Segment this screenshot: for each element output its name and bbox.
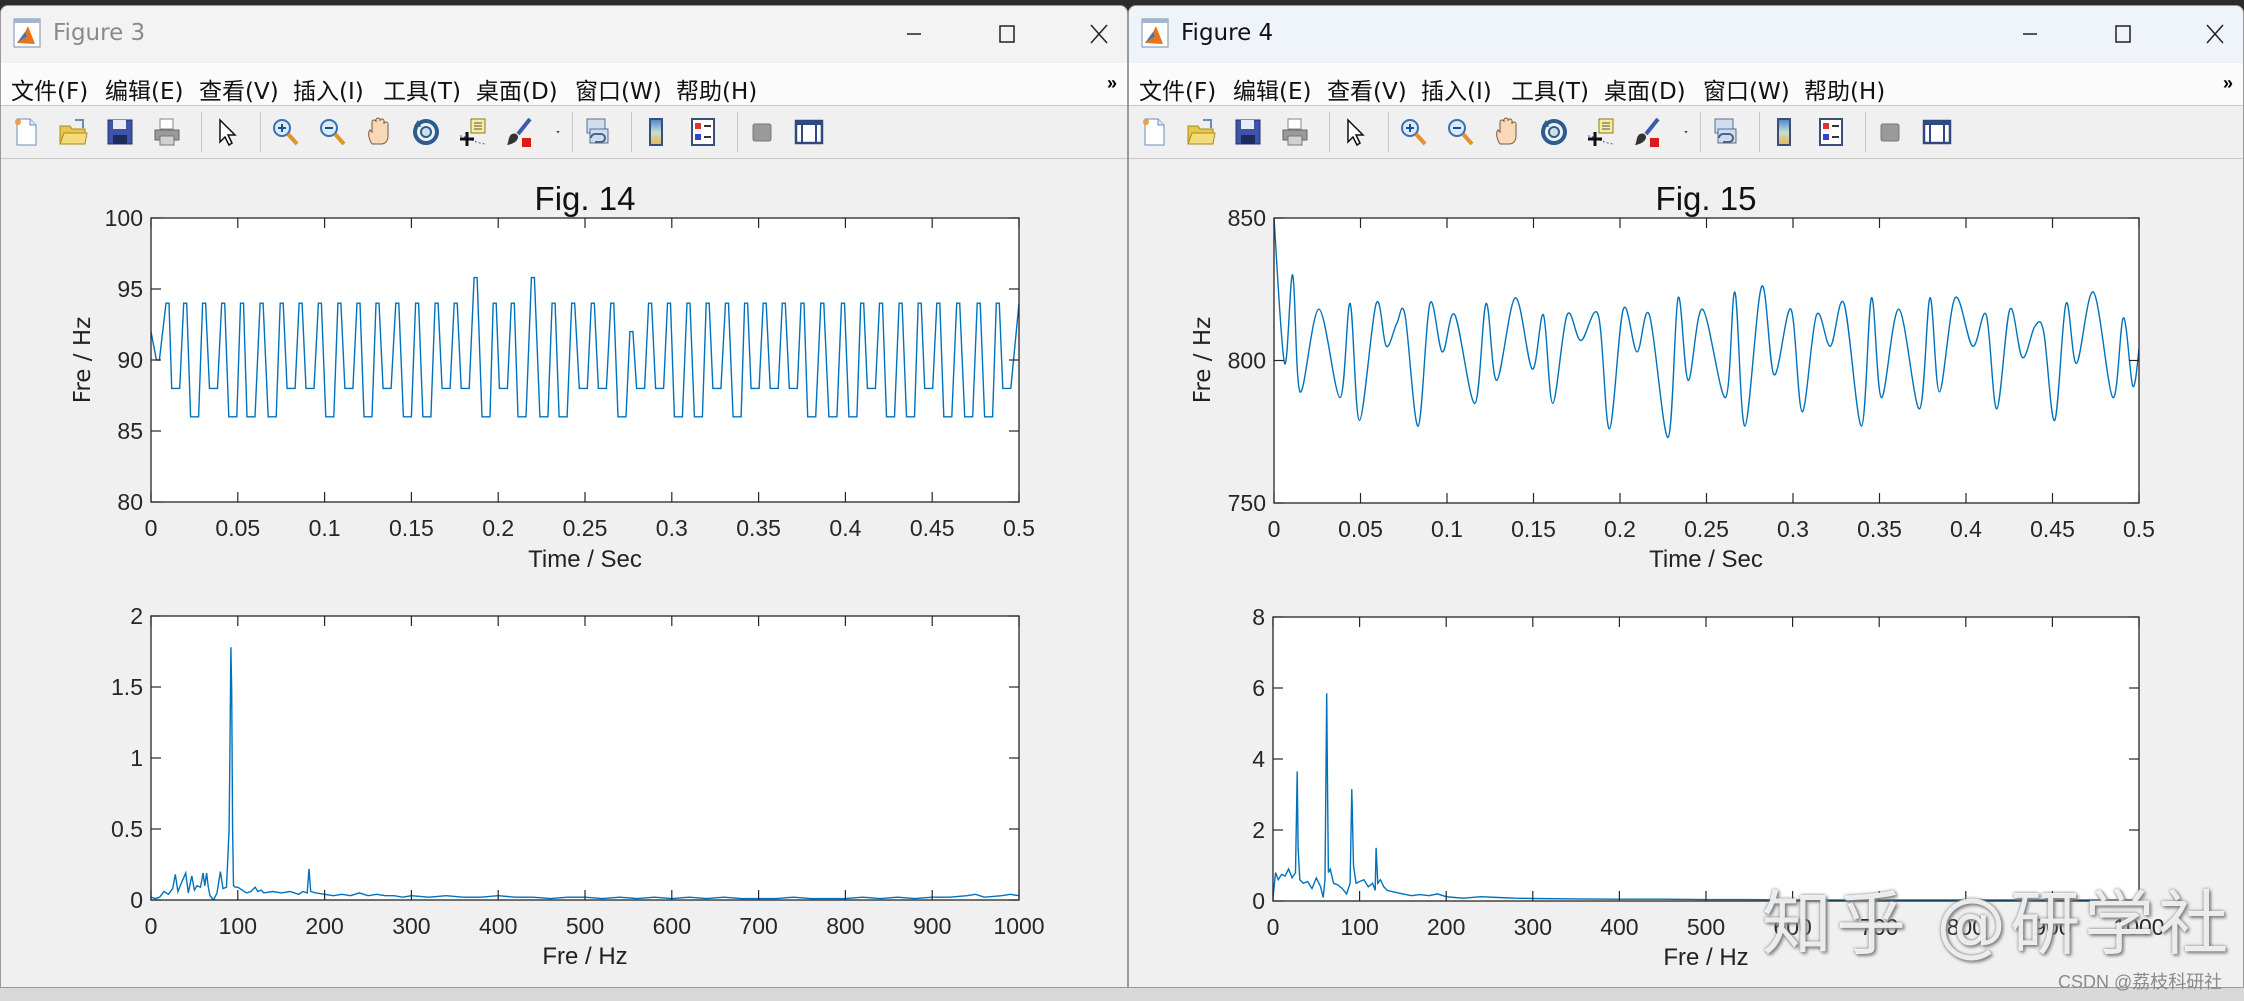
x-tick-label: 0.45 bbox=[910, 515, 955, 541]
x-tick-label: 0.2 bbox=[482, 515, 514, 541]
x-axis-label-fig14-spectrum: Fre / Hz bbox=[542, 943, 628, 970]
y-tick-label: 90 bbox=[117, 347, 143, 373]
plot-area bbox=[151, 218, 1019, 502]
x-tick-label: 0 bbox=[1267, 914, 1280, 940]
y-tick-label: 100 bbox=[105, 205, 143, 231]
x-tick-label: 400 bbox=[479, 913, 517, 939]
x-tick-label: 0.35 bbox=[1857, 516, 1902, 542]
y-tick-label: 95 bbox=[117, 276, 143, 302]
x-tick-label: 0.3 bbox=[1777, 516, 1809, 542]
x-tick-label: 0.25 bbox=[1684, 516, 1729, 542]
x-tick-label: 0.4 bbox=[829, 515, 861, 541]
x-tick-label: 100 bbox=[219, 913, 257, 939]
plots-layer: 0 0.05 0.1 0.15 0.2 0.25 0.3 0.35 0.4 0.45 0.58085… bbox=[105, 205, 2165, 940]
y-tick-label: 4 bbox=[1252, 746, 1265, 772]
y-tick-label: 800 bbox=[1228, 348, 1266, 374]
x-tick-label: 0.05 bbox=[1338, 516, 1383, 542]
y-tick-label: 85 bbox=[117, 418, 143, 444]
y-tick-label: 2 bbox=[130, 603, 143, 629]
y-tick-label: 850 bbox=[1228, 205, 1266, 231]
y-tick-label: 0 bbox=[1252, 888, 1265, 914]
x-tick-label: 0 bbox=[145, 913, 158, 939]
x-tick-label: 1000 bbox=[993, 913, 1044, 939]
x-tick-label: 200 bbox=[1427, 914, 1465, 940]
x-tick-label: 0.3 bbox=[656, 515, 688, 541]
x-tick-label: 0 bbox=[145, 515, 158, 541]
y-tick-label: 80 bbox=[117, 489, 143, 515]
x-tick-label: 0.05 bbox=[215, 515, 260, 541]
x-axis-label-fig15-spectrum: Fre / Hz bbox=[1663, 944, 1749, 971]
chart-title-fig15: Fig. 15 bbox=[1655, 180, 1757, 217]
x-axis-label-fig14: Time / Sec bbox=[528, 546, 642, 573]
y-tick-label: 0.5 bbox=[111, 816, 143, 842]
x-tick-label: 0.5 bbox=[1003, 515, 1035, 541]
y-tick-label: 8 bbox=[1252, 604, 1265, 630]
y-axis-label-fig15: Fre / Hz bbox=[1190, 316, 1216, 404]
x-tick-label: 0.15 bbox=[389, 515, 434, 541]
plot-area bbox=[151, 616, 1019, 900]
x-tick-label: 0.45 bbox=[2030, 516, 2075, 542]
x-tick-label: 600 bbox=[653, 913, 691, 939]
x-tick-label: 0.5 bbox=[2123, 516, 2155, 542]
x-tick-label: 500 bbox=[1687, 914, 1725, 940]
y-tick-label: 0 bbox=[130, 887, 143, 913]
plot-area bbox=[1274, 218, 2139, 503]
x-tick-label: 0.15 bbox=[1511, 516, 1556, 542]
plot-area bbox=[1273, 617, 2139, 901]
x-tick-label: 0.25 bbox=[563, 515, 608, 541]
x-tick-label: 400 bbox=[1600, 914, 1638, 940]
x-tick-label: 100 bbox=[1340, 914, 1378, 940]
x-tick-label: 0.1 bbox=[1431, 516, 1463, 542]
x-tick-label: 800 bbox=[826, 913, 864, 939]
x-tick-label: 0.4 bbox=[1950, 516, 1982, 542]
y-tick-label: 1.5 bbox=[111, 674, 143, 700]
x-tick-label: 0 bbox=[1268, 516, 1281, 542]
x-tick-label: 900 bbox=[913, 913, 951, 939]
x-tick-label: 500 bbox=[566, 913, 604, 939]
x-tick-label: 300 bbox=[392, 913, 430, 939]
x-tick-label: 200 bbox=[305, 913, 343, 939]
x-tick-label: 0.1 bbox=[309, 515, 341, 541]
csdn-credit: CSDN @荔枝科研社 bbox=[2058, 972, 2223, 992]
zhihu-watermark: 知乎 @研学社 bbox=[1762, 883, 2233, 965]
x-tick-label: 700 bbox=[739, 913, 777, 939]
x-tick-label: 0.2 bbox=[1604, 516, 1636, 542]
x-tick-label: 0.35 bbox=[736, 515, 781, 541]
x-tick-label: 300 bbox=[1514, 914, 1552, 940]
chart-title-fig14: Fig. 14 bbox=[534, 180, 636, 217]
y-axis-label-fig14: Fre / Hz bbox=[70, 316, 96, 404]
y-tick-label: 6 bbox=[1252, 675, 1265, 701]
x-axis-label-fig15: Time / Sec bbox=[1649, 546, 1763, 573]
y-tick-label: 2 bbox=[1252, 817, 1265, 843]
y-tick-label: 750 bbox=[1228, 490, 1266, 516]
y-tick-label: 1 bbox=[130, 745, 143, 771]
